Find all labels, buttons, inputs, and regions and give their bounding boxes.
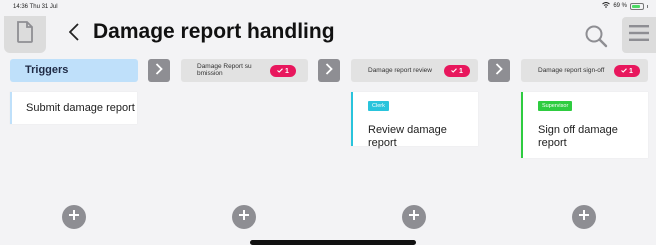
column-label: Damage report review	[368, 67, 432, 74]
role-badge: Supervisor	[538, 101, 573, 111]
plus-icon	[68, 208, 80, 226]
task-card-sign-off[interactable]: Supervisor Sign off damage report	[521, 92, 648, 158]
column-label: Damage Report submission	[197, 63, 252, 77]
task-card-submit[interactable]: Submit damage report	[10, 92, 137, 124]
count-badge: 1	[444, 65, 470, 77]
back-button[interactable]	[66, 22, 82, 46]
check-icon	[451, 67, 457, 75]
badge-count: 1	[285, 67, 289, 75]
advance-arrow-button[interactable]	[488, 59, 510, 82]
badge-count: 1	[459, 67, 463, 75]
plus-icon	[578, 208, 590, 226]
add-task-button[interactable]	[232, 205, 256, 229]
column-header-sign-off[interactable]: Damage report sign-off 1	[521, 59, 648, 82]
status-bar: 14:36 Thu 31 Jul 69 %	[0, 0, 656, 14]
document-icon	[16, 21, 34, 48]
count-badge: 1	[614, 65, 640, 77]
document-button[interactable]	[4, 16, 46, 53]
column-label: Damage report sign-off	[538, 67, 605, 74]
column-label: Triggers	[25, 64, 69, 76]
advance-arrow-button[interactable]	[318, 59, 340, 82]
page-title: Damage report handling	[93, 20, 335, 43]
chevron-left-icon	[68, 22, 79, 46]
search-button[interactable]	[584, 24, 608, 48]
menu-button[interactable]	[622, 17, 656, 53]
battery-icon	[630, 2, 644, 10]
battery-percent: 69 %	[613, 3, 627, 9]
check-icon	[277, 67, 283, 75]
add-task-button[interactable]	[62, 205, 86, 229]
chevron-right-icon	[325, 62, 333, 80]
column-header-review[interactable]: Damage report review 1	[351, 59, 478, 82]
card-title: Review damage report	[368, 124, 447, 149]
task-card-review[interactable]: Clerk Review damage report	[351, 92, 478, 149]
home-indicator	[250, 240, 416, 245]
column-header-triggers[interactable]: Triggers	[10, 59, 138, 82]
card-title: Sign off damage report	[538, 124, 618, 149]
wifi-icon	[602, 2, 611, 10]
add-task-button[interactable]	[402, 205, 426, 229]
column-header-submission[interactable]: Damage Report submission 1	[181, 59, 308, 82]
status-time: 14:36 Thu 31 Jul	[13, 4, 58, 10]
advance-arrow-button[interactable]	[148, 59, 170, 82]
check-icon	[621, 67, 627, 75]
chevron-right-icon	[495, 62, 503, 80]
badge-count: 1	[629, 67, 633, 75]
plus-icon	[408, 208, 420, 226]
card-title: Submit damage report	[26, 102, 135, 114]
count-badge: 1	[270, 65, 296, 77]
role-badge: Clerk	[368, 101, 389, 111]
chevron-right-icon	[155, 62, 163, 80]
search-icon	[584, 25, 608, 52]
plus-icon	[238, 208, 250, 226]
status-indicators: 69 %	[602, 2, 648, 10]
hamburger-menu-icon	[629, 24, 649, 46]
add-task-button[interactable]	[572, 205, 596, 229]
